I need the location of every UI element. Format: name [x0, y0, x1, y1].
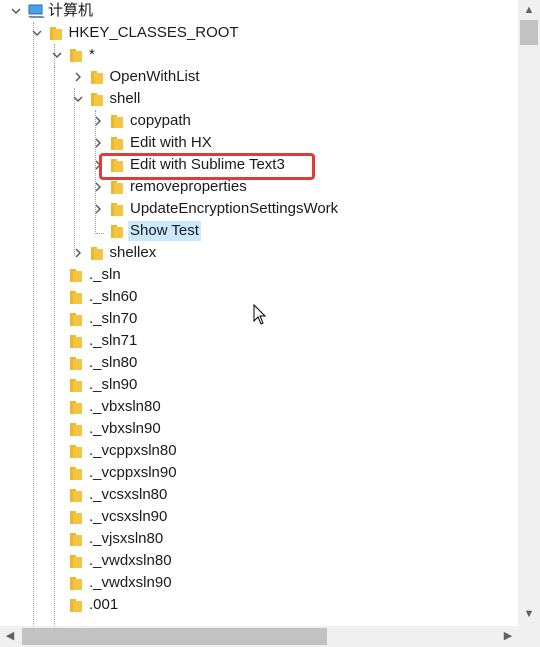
tree-node-label[interactable]: OpenWithList: [108, 67, 202, 87]
tree-node-key[interactable]: ._vcsxsln80: [0, 484, 518, 506]
folder-icon: [70, 401, 82, 414]
tree-node-shell-item[interactable]: Show Test: [0, 220, 518, 242]
folder-icon: [90, 71, 103, 84]
tree-node-label[interactable]: ._sln70: [87, 309, 139, 329]
folder-icon: [49, 27, 62, 40]
tree-node-key[interactable]: ._sln: [0, 264, 518, 286]
folder-icon: [90, 93, 103, 106]
folder-icon: [70, 379, 82, 392]
tree-node-key[interactable]: .001: [0, 594, 518, 616]
tree-node-key[interactable]: ._vwdxsln90: [0, 572, 518, 594]
tree-node-key[interactable]: ._vcppxsln80: [0, 440, 518, 462]
chevron-right-icon[interactable]: [92, 181, 104, 193]
folder-icon: [70, 269, 82, 282]
tree-node-hkey-classes-root[interactable]: HKEY_CLASSES_ROOT: [0, 22, 518, 44]
folder-icon: [70, 577, 82, 590]
highlight-annotation-box: [99, 153, 315, 180]
tree-node-shell-item[interactable]: UpdateEncryptionSettingsWork: [0, 198, 518, 220]
folder-icon: [70, 533, 82, 546]
tree-node-computer[interactable]: 计算机: [0, 0, 518, 22]
tree-node-shell-item[interactable]: Edit with HX: [0, 132, 518, 154]
tree-node-label[interactable]: shell: [108, 89, 143, 109]
scrollbar-corner: [518, 626, 540, 647]
folder-icon: [111, 137, 123, 150]
folder-icon: [70, 467, 82, 480]
tree-node-key[interactable]: ._vbxsln80: [0, 396, 518, 418]
tree-node-label[interactable]: UpdateEncryptionSettingsWork: [128, 199, 340, 219]
scroll-down-button[interactable]: ▼: [518, 604, 540, 624]
tree-node-label[interactable]: ._sln60: [87, 287, 139, 307]
tree-node-label[interactable]: ._vcsxsln90: [87, 507, 169, 527]
vertical-scroll-thumb[interactable]: [520, 20, 538, 45]
tree-node-shell[interactable]: shell: [0, 88, 518, 110]
tree-node-label[interactable]: 计算机: [46, 1, 95, 21]
horizontal-scrollbar[interactable]: ◀ ▶: [0, 626, 518, 647]
folder-icon: [70, 291, 82, 304]
tree-node-key[interactable]: ._vbxsln90: [0, 418, 518, 440]
horizontal-scroll-thumb[interactable]: [22, 628, 327, 645]
tree-node-label[interactable]: ._sln71: [87, 331, 139, 351]
chevron-right-icon[interactable]: [92, 115, 104, 127]
chevron-down-icon[interactable]: [31, 27, 43, 39]
tree-node-key[interactable]: ._vcsxsln90: [0, 506, 518, 528]
tree-node-label[interactable]: ._sln90: [87, 375, 139, 395]
folder-icon: [111, 203, 123, 216]
folder-icon: [70, 445, 82, 458]
chevron-right-icon[interactable]: [72, 247, 84, 259]
scroll-left-button[interactable]: ◀: [0, 626, 20, 647]
chevron-down-icon[interactable]: [10, 5, 22, 17]
folder-icon: [70, 511, 82, 524]
folder-icon: [70, 49, 82, 62]
folder-icon: [111, 225, 123, 238]
chevron-right-icon[interactable]: [92, 203, 104, 215]
tree-node-label[interactable]: *: [87, 45, 97, 65]
tree-node-star[interactable]: *: [0, 44, 518, 66]
chevron-right-icon[interactable]: [92, 137, 104, 149]
computer-icon: [28, 4, 45, 18]
tree-node-label[interactable]: ._vwdxsln90: [87, 573, 174, 593]
chevron-down-icon[interactable]: [51, 49, 63, 61]
tree-node-label[interactable]: ._vwdxsln80: [87, 551, 174, 571]
tree-node-key[interactable]: ._vcppxsln90: [0, 462, 518, 484]
chevron-down-icon[interactable]: [72, 93, 84, 105]
tree-node-label[interactable]: .001: [87, 595, 120, 615]
tree-node-label[interactable]: ._vcppxsln90: [87, 463, 179, 483]
folder-icon: [70, 423, 82, 436]
tree-node-label[interactable]: Edit with HX: [128, 133, 214, 153]
folder-icon: [70, 489, 82, 502]
chevron-right-icon[interactable]: [72, 71, 84, 83]
tree-node-label[interactable]: ._sln80: [87, 353, 139, 373]
tree-node-label[interactable]: ._vbxsln90: [87, 419, 163, 439]
folder-icon: [111, 115, 123, 128]
scroll-right-button[interactable]: ▶: [498, 626, 518, 647]
tree-node-key[interactable]: ._vwdxsln80: [0, 550, 518, 572]
vertical-scrollbar[interactable]: ▲ ▼: [518, 0, 540, 626]
folder-icon: [70, 313, 82, 326]
folder-icon: [90, 247, 103, 260]
folder-icon: [70, 335, 82, 348]
tree-node-label[interactable]: ._vcppxsln80: [87, 441, 179, 461]
tree-node-openwithlist[interactable]: OpenWithList: [0, 66, 518, 88]
folder-icon: [70, 599, 82, 612]
tree-node-label[interactable]: ._vbxsln80: [87, 397, 163, 417]
folder-icon: [111, 181, 123, 194]
tree-node-label[interactable]: Show Test: [128, 221, 201, 241]
tree-node-shell-item[interactable]: copypath: [0, 110, 518, 132]
tree-node-label[interactable]: ._sln: [87, 265, 123, 285]
tree-node-label[interactable]: ._vjsxsln80: [87, 529, 165, 549]
folder-icon: [70, 555, 82, 568]
tree-node-label[interactable]: shellex: [108, 243, 159, 263]
folder-icon: [70, 357, 82, 370]
tree-node-key[interactable]: ._vjsxsln80: [0, 528, 518, 550]
tree-node-shellex[interactable]: shellex: [0, 242, 518, 264]
mouse-pointer-icon: [253, 304, 267, 325]
tree-node-label[interactable]: HKEY_CLASSES_ROOT: [67, 23, 241, 43]
tree-node-key[interactable]: ._sln71: [0, 330, 518, 352]
scroll-up-button[interactable]: ▲: [518, 0, 540, 20]
tree-node-label[interactable]: ._vcsxsln80: [87, 485, 169, 505]
tree-node-key[interactable]: ._sln80: [0, 352, 518, 374]
tree-node-label[interactable]: copypath: [128, 111, 193, 131]
tree-node-key[interactable]: ._sln90: [0, 374, 518, 396]
tree-node-label[interactable]: removeproperties: [128, 177, 249, 197]
